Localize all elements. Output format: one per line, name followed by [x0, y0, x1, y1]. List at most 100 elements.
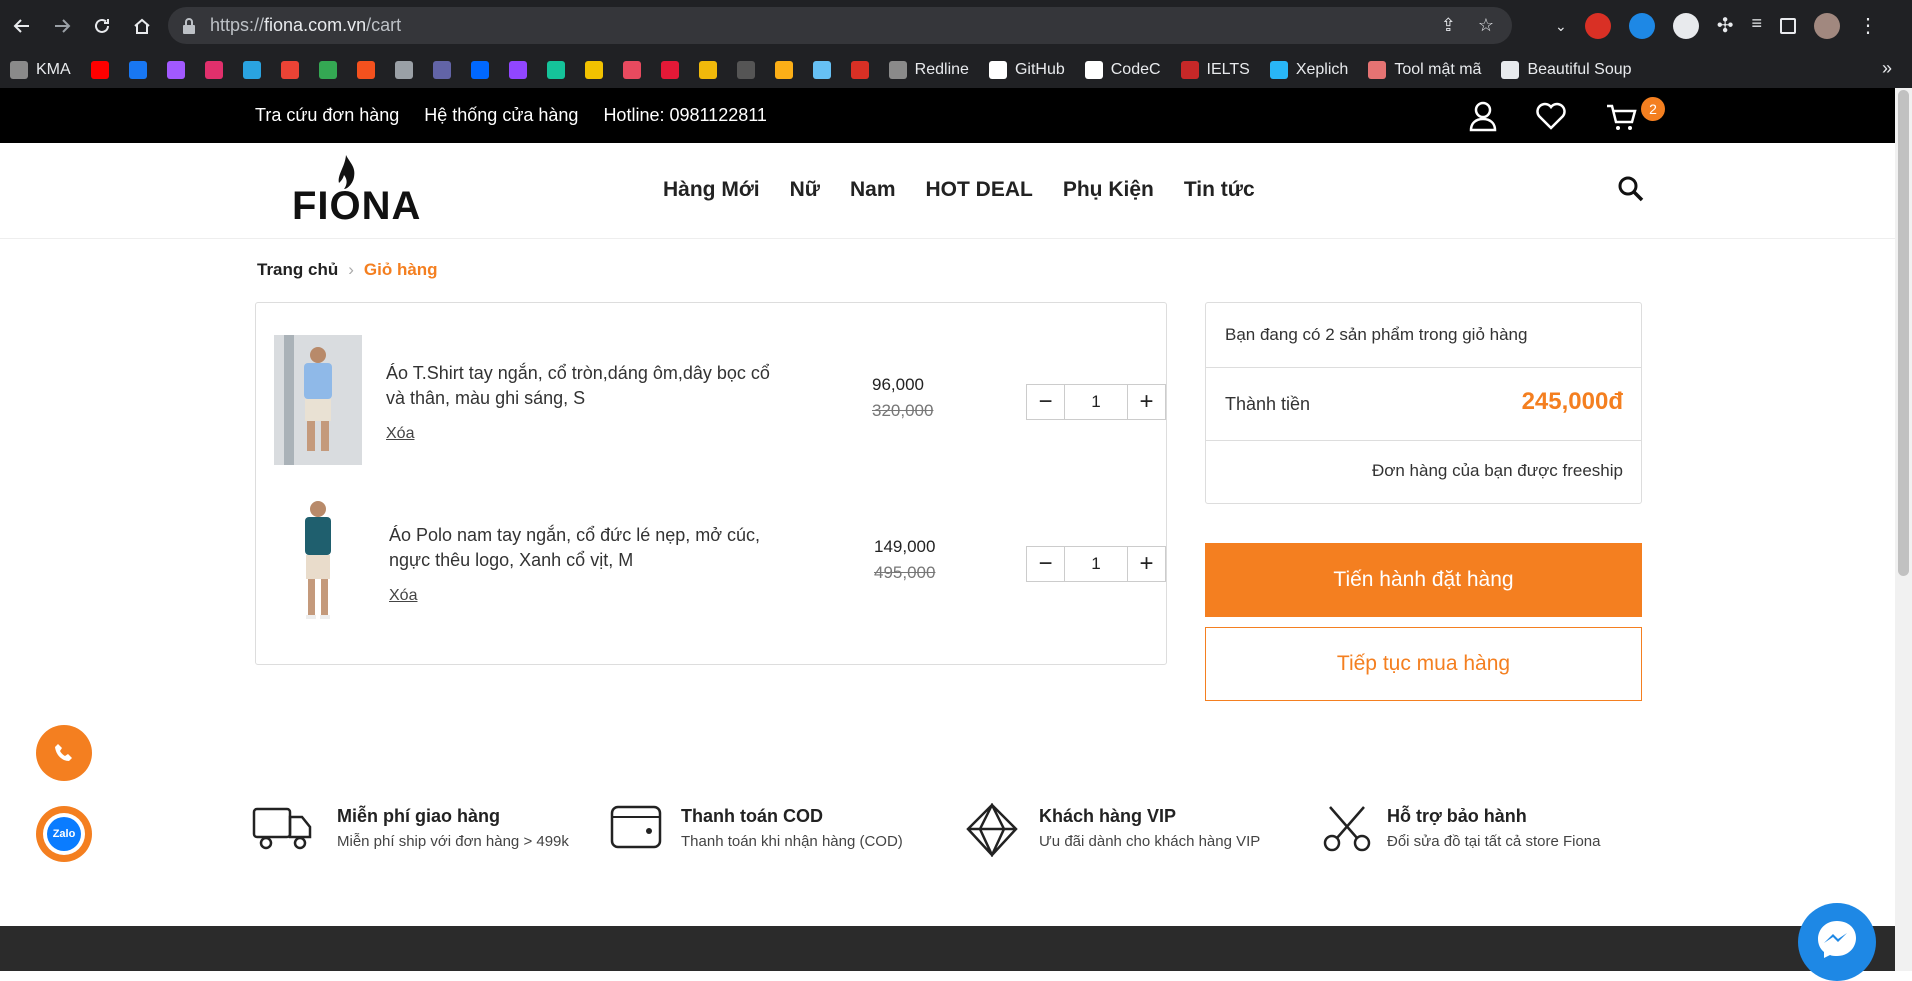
bookmark-item[interactable]: [850, 60, 869, 79]
user-icon[interactable]: [1465, 98, 1501, 134]
truck-icon: [252, 803, 312, 855]
bookmark-item[interactable]: [774, 60, 793, 79]
order-lookup-link[interactable]: Tra cứu đơn hàng: [255, 105, 399, 126]
extension-circle-icon[interactable]: [1672, 13, 1699, 39]
total-label: Thành tiền: [1225, 394, 1311, 414]
freeship-note: Đơn hàng của bạn được freeship: [1371, 461, 1623, 480]
product-name[interactable]: Áo T.Shirt tay ngắn, cổ tròn,dáng ôm,dây…: [386, 361, 786, 411]
media-icon[interactable]: ≡: [1752, 13, 1763, 39]
product-image[interactable]: [274, 335, 362, 465]
bookmark-item[interactable]: [584, 60, 603, 79]
bookmark-item[interactable]: [318, 60, 337, 79]
cart-count-badge: 2: [1641, 97, 1665, 121]
product-name[interactable]: Áo Polo nam tay ngắn, cổ đức lé nẹp, mở …: [389, 523, 789, 573]
fiona-logo[interactable]: FIONA: [292, 155, 420, 229]
bookmark-item[interactable]: [698, 60, 717, 79]
quantity-value[interactable]: 1: [1065, 547, 1127, 581]
bookmarks-overflow-icon[interactable]: »: [1882, 58, 1892, 79]
total-row: Thành tiền 245,000đ: [1206, 368, 1641, 441]
decrease-qty-button[interactable]: −: [1027, 547, 1065, 581]
bookmark-item[interactable]: [470, 60, 489, 79]
bookmark-item[interactable]: [432, 60, 451, 79]
bookmark-item[interactable]: [204, 60, 223, 79]
heart-icon[interactable]: [1533, 98, 1569, 134]
store-system-link[interactable]: Hệ thống cửa hàng: [424, 105, 578, 126]
bookmark-item[interactable]: [622, 60, 641, 79]
zalo-chat-button[interactable]: Zalo: [36, 806, 92, 862]
remove-item-link[interactable]: Xóa: [389, 587, 417, 605]
bookmark-item[interactable]: [242, 60, 261, 79]
bookmark-item[interactable]: Xeplich: [1269, 60, 1348, 79]
menu-item-hot-deal[interactable]: HOT DEAL: [926, 178, 1033, 202]
bookmark-item[interactable]: [660, 60, 679, 79]
bookmark-item[interactable]: [546, 60, 565, 79]
main-menu: Hàng Mới Nữ Nam HOT DEAL Phụ Kiện Tin tứ…: [663, 178, 1255, 202]
bookmark-item[interactable]: Beautiful Soup: [1501, 60, 1632, 79]
bookmark-item[interactable]: Redline: [888, 60, 969, 79]
scrollbar-thumb[interactable]: [1898, 90, 1909, 576]
droplet-icon[interactable]: [1628, 13, 1655, 39]
menu-item-news[interactable]: Tin tức: [1184, 178, 1255, 202]
breadcrumb-home[interactable]: Trang chủ: [257, 260, 338, 280]
bookmark-item[interactable]: [90, 60, 109, 79]
address-bar[interactable]: https://fiona.com.vn/cart ⇪ ☆: [168, 7, 1512, 44]
bookmark-item[interactable]: [736, 60, 755, 79]
home-icon[interactable]: [124, 8, 160, 44]
features-strip: Miễn phí giao hàng Miễn phí ship với đơn…: [252, 800, 1652, 860]
bookmark-item[interactable]: [128, 60, 147, 79]
reload-icon[interactable]: [84, 8, 120, 44]
bookmark-item[interactable]: [166, 60, 185, 79]
menu-item-men[interactable]: Nam: [850, 178, 896, 202]
bookmark-item[interactable]: [812, 60, 831, 79]
increase-qty-button[interactable]: +: [1127, 547, 1165, 581]
adblock-icon[interactable]: [1584, 13, 1611, 39]
remove-item-link[interactable]: Xóa: [386, 425, 414, 443]
puzzle-icon[interactable]: ✣: [1717, 13, 1734, 39]
bookmarks-bar: KMA Redline GitHub CodeC IELTS Xeplich Tool mậ…: [0, 51, 1912, 88]
chevron-down-icon[interactable]: ⌄: [1555, 18, 1567, 35]
phone-call-button[interactable]: [36, 725, 92, 781]
product-image[interactable]: [274, 497, 362, 627]
quantity-value[interactable]: 1: [1065, 385, 1127, 419]
continue-shopping-button[interactable]: Tiếp tục mua hàng: [1205, 627, 1642, 701]
quantity-stepper: − 1 +: [1026, 546, 1166, 582]
messenger-chat-button[interactable]: [1798, 903, 1876, 981]
ielts-icon: [1180, 60, 1199, 79]
back-icon[interactable]: [4, 8, 40, 44]
cart-icon[interactable]: [1604, 98, 1640, 134]
product-old-price: 495,000: [874, 563, 936, 582]
site-footer: [0, 926, 1895, 971]
sidepanel-icon[interactable]: [1780, 18, 1797, 34]
bookmark-item[interactable]: [508, 60, 527, 79]
site-topbar: Tra cứu đơn hàng Hệ thống cửa hàng Hotli…: [0, 88, 1895, 143]
hotline-link[interactable]: Hotline: 0981122811: [603, 105, 766, 126]
bookmark-item[interactable]: [280, 60, 299, 79]
scissors-icon: [1322, 803, 1382, 855]
bookmark-item[interactable]: [356, 60, 375, 79]
avatar[interactable]: [1814, 13, 1841, 39]
kebab-menu-icon[interactable]: ⋮: [1858, 13, 1878, 39]
share-icon[interactable]: ⇪: [1441, 15, 1456, 36]
extensions-bar: ⌄ ✣ ≡ ⋮: [1555, 8, 1878, 44]
search-icon[interactable]: [1617, 175, 1645, 203]
bookmark-item[interactable]: GitHub: [988, 60, 1065, 79]
bookmark-star-icon[interactable]: ☆: [1478, 15, 1494, 36]
checkout-button[interactable]: Tiến hành đặt hàng: [1205, 543, 1642, 617]
forward-icon[interactable]: [44, 8, 80, 44]
increase-qty-button[interactable]: +: [1127, 385, 1165, 419]
decrease-qty-button[interactable]: −: [1027, 385, 1065, 419]
menu-item-new[interactable]: Hàng Mới: [663, 178, 760, 202]
calendar-icon: [1368, 60, 1387, 79]
chat-icon: [394, 60, 413, 79]
menu-item-women[interactable]: Nữ: [790, 178, 820, 202]
bookmark-item[interactable]: [394, 60, 413, 79]
globe-icon: [10, 60, 28, 79]
bookmark-item[interactable]: IELTS: [1180, 60, 1250, 79]
bookmark-item[interactable]: Tool mật mã: [1368, 60, 1481, 79]
redline-logo-icon: [850, 60, 869, 79]
page-scrollbar[interactable]: [1895, 88, 1912, 971]
bookmark-item[interactable]: CodeC: [1084, 60, 1161, 79]
menu-item-accessories[interactable]: Phụ Kiện: [1063, 178, 1154, 202]
product-price: 96,000: [872, 375, 924, 394]
bookmark-item[interactable]: KMA: [10, 60, 71, 79]
